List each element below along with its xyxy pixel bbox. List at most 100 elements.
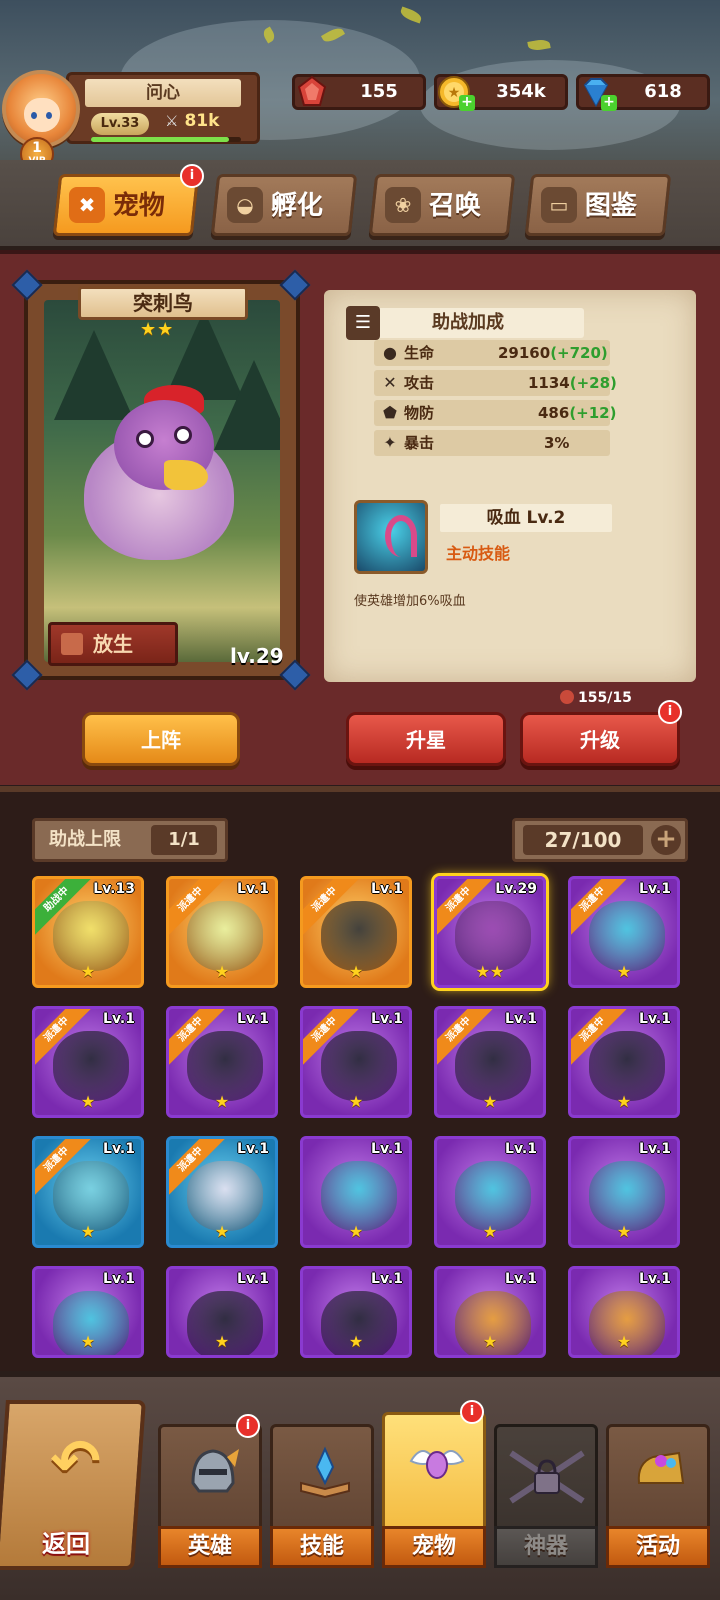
pet-card[interactable]: 派遣中 Lv.1 ★ [166, 1136, 278, 1248]
nav-label: 英雄 [158, 1526, 262, 1568]
assist-bonus-title: 助战加成 [432, 312, 504, 333]
player-level: Lv.33 [91, 113, 149, 135]
pet-creature-art [187, 1031, 263, 1101]
resource-stamina[interactable]: 155 [292, 74, 426, 110]
pet-card[interactable]: Lv.1 ★ [434, 1136, 546, 1248]
pet-creature-art [455, 901, 531, 971]
pet-portrait-frame [24, 280, 300, 680]
vip-level: 1 [32, 140, 42, 156]
xp-bar [91, 137, 241, 142]
nav-skill[interactable]: 技能 [270, 1424, 374, 1568]
pet-card[interactable]: 派遣中 Lv.1 ★ [32, 1136, 144, 1248]
avatar-face [24, 98, 60, 132]
pet-card-stars: ★ [482, 1222, 498, 1241]
pet-creature-art [321, 901, 397, 971]
assist-limit-plate: 助战上限 1/1 [32, 818, 228, 862]
pet-card[interactable]: 派遣中 Lv.1 ★ [568, 1006, 680, 1118]
tab-label: 召唤 [428, 191, 481, 221]
assist-limit-value: 1/1 [151, 825, 217, 855]
pet-bird-eye [136, 430, 154, 448]
pet-card-level: Lv.1 [237, 881, 269, 897]
pet-card[interactable]: 派遣中 Lv.1 ★ [300, 1006, 412, 1118]
level-up-button[interactable]: 升级 [520, 712, 680, 766]
tab-codex[interactable]: ▭ 图鉴 [524, 174, 672, 236]
capacity-plate: 27/100 + [512, 818, 688, 862]
pet-card-level: Lv.1 [371, 1141, 403, 1157]
tab-summon[interactable]: ❀ 召唤 [368, 174, 516, 236]
pet-card-level: Lv.1 [639, 1141, 671, 1157]
assist-bonus-panel: ☰ 助战加成 ● 生命 29160(+720) ✕ 攻击 1134(+28) ⬟… [324, 290, 696, 682]
pet-card[interactable]: Lv.1 ★ [166, 1266, 278, 1358]
notification-badge: i [658, 700, 682, 724]
pet-card-stars: ★★ [475, 962, 505, 981]
pet-card-level: Lv.1 [103, 1011, 135, 1027]
pet-portrait-art [44, 300, 280, 662]
pet-card-level: Lv.1 [505, 1141, 537, 1157]
spellbook-icon [300, 1446, 350, 1499]
pet-creature-art [589, 1031, 665, 1101]
player-power-value: 81k [184, 111, 220, 131]
stat-bonus: (+28) [569, 374, 617, 392]
pet-creature-art [53, 1161, 129, 1231]
book-icon: ▭ [541, 187, 577, 223]
tab-hatch[interactable]: ◒ 孵化 [210, 174, 358, 236]
pet-card[interactable]: 派遣中 Lv.1 ★ [166, 1006, 278, 1118]
player-avatar[interactable] [2, 70, 80, 148]
pet-card-level: Lv.1 [371, 881, 403, 897]
pet-card[interactable]: Lv.1 ★ [568, 1266, 680, 1358]
pet-card[interactable]: 派遣中 Lv.1 ★ [568, 876, 680, 988]
pet-card[interactable]: 派遣中 Lv.29 ★★ [434, 876, 546, 988]
pet-card[interactable]: Lv.1 ★ [300, 1266, 412, 1358]
stat-row-attack: ✕ 攻击 1134(+28) [374, 370, 617, 396]
back-arrow-icon: ↶ [50, 1427, 101, 1497]
list-icon: ☰ [346, 306, 380, 340]
pet-card[interactable]: Lv.1 ★ [434, 1266, 546, 1358]
nav-artifact[interactable]: 神器 [494, 1424, 598, 1568]
add-gold-button[interactable]: + [459, 95, 475, 111]
stat-value: 3% [544, 430, 569, 456]
resource-gold[interactable]: ★ + 354k [434, 74, 568, 111]
stat-row-defense: ⬟ 物防 486(+12) [374, 400, 616, 426]
deploy-button[interactable]: 上阵 [82, 712, 240, 766]
resource-diamond[interactable]: + 618 [576, 74, 710, 111]
resource-value: 155 [360, 81, 398, 102]
pet-card-stars: ★ [80, 962, 96, 981]
crossed-swords-icon: ⚔ [165, 112, 179, 130]
pet-card-level: Lv.1 [505, 1271, 537, 1287]
tree-decoration [214, 360, 280, 450]
pet-card[interactable]: Lv.1 ★ [300, 1136, 412, 1248]
pet-card[interactable]: 派遣中 Lv.1 ★ [300, 876, 412, 988]
pet-card-stars: ★ [214, 962, 230, 981]
nav-event[interactable]: 活动 [606, 1424, 710, 1568]
ruby-icon [297, 75, 327, 106]
nav-hero[interactable]: 英雄 [158, 1424, 262, 1568]
tab-label: 孵化 [270, 191, 323, 221]
pet-card-stars: ★ [214, 1092, 230, 1111]
pet-card[interactable]: 助战中 Lv.13 ★ [32, 876, 144, 988]
tab-pet[interactable]: ✖ 宠物 [52, 174, 200, 236]
stat-row-hp: ● 生命 29160(+720) [374, 340, 610, 366]
skill-name: 吸血 Lv.2 [440, 504, 612, 532]
pet-card-level: Lv.1 [237, 1011, 269, 1027]
player-info-panel[interactable]: 问心 Lv.33 ⚔ 81k [66, 72, 260, 144]
player-name: 问心 [85, 79, 241, 107]
pet-card-level: Lv.1 [103, 1141, 135, 1157]
paw-icon: ❀ [385, 187, 421, 223]
star-up-button[interactable]: 升星 [346, 712, 506, 766]
pet-card[interactable]: Lv.1 ★ [32, 1266, 144, 1358]
stat-base: 29160 [498, 344, 551, 362]
upgrade-material-count: 155/15 [560, 690, 632, 706]
pet-card[interactable]: 派遣中 Lv.1 ★ [166, 876, 278, 988]
pet-card-level: Lv.13 [93, 881, 135, 897]
lifesteal-skill-icon[interactable] [354, 500, 428, 574]
pet-card[interactable]: 派遣中 Lv.1 ★ [434, 1006, 546, 1118]
nav-pet[interactable]: 宠物 [382, 1412, 486, 1568]
pet-card[interactable]: Lv.1 ★ [568, 1136, 680, 1248]
assist-limit-label: 助战上限 [49, 829, 121, 850]
release-button[interactable]: 放生 [48, 622, 178, 666]
nav-label: 技能 [270, 1526, 374, 1568]
expand-capacity-button[interactable]: + [651, 825, 681, 855]
pet-card[interactable]: 派遣中 Lv.1 ★ [32, 1006, 144, 1118]
add-diamond-button[interactable]: + [601, 95, 617, 111]
avatar-eye [46, 112, 52, 119]
